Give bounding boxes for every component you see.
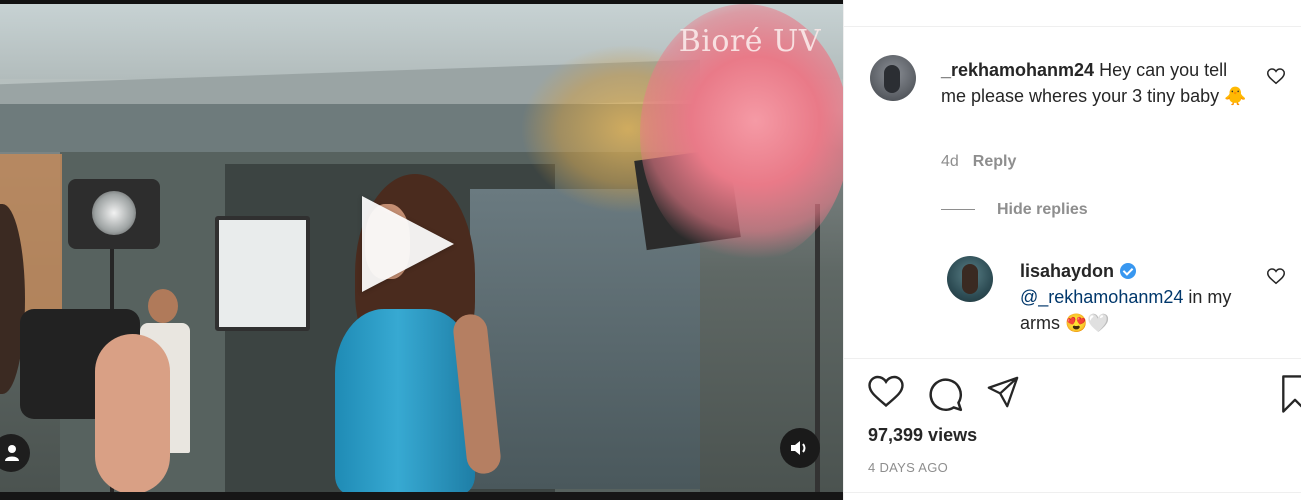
heart-icon[interactable] [1267,68,1285,85]
bookmark-icon[interactable] [1280,375,1301,413]
actions-divider [844,358,1301,359]
hide-replies-button[interactable]: Hide replies [941,201,1088,219]
video-player[interactable]: Bioré UV [0,0,843,500]
verified-badge-icon [1120,263,1137,279]
action-bar [868,375,1301,415]
header-divider [844,26,1301,27]
footer-divider [844,492,1301,493]
mute-button[interactable] [780,428,820,468]
post-date[interactable]: 4 DAYS AGO [868,460,948,475]
like-heart-icon[interactable] [868,375,904,409]
avatar[interactable] [947,256,993,302]
video-bottom-edge [0,492,843,500]
comment-age: 4d [941,153,959,170]
comment-bubble-icon[interactable] [926,375,964,413]
studio-lamp [68,179,160,249]
post-side-panel: _rekhamohanm24 Hey can you tell me pleas… [843,0,1301,500]
hide-replies-label: Hide replies [997,201,1088,218]
user-tag-icon [5,445,19,461]
comment-username[interactable]: _rekhamohanm24 [941,60,1094,80]
share-arrow-icon[interactable] [985,375,1021,409]
reply-username[interactable]: lisahaydon [1020,261,1114,281]
softbox [215,216,310,331]
comment-meta: 4d Reply [941,153,1016,171]
play-icon[interactable] [362,196,454,292]
reply-button[interactable]: Reply [973,153,1017,170]
comment-body: _rekhamohanm24 Hey can you tell me pleas… [941,57,1251,109]
speaker-icon [791,441,806,455]
view-count[interactable]: 97,399 views [868,425,977,446]
replies-dash [941,209,975,211]
brand-watermark: Bioré UV [678,24,821,59]
mention-link[interactable]: @_rekhamohanm24 [1020,287,1183,307]
photographer-hand [95,334,170,492]
avatar[interactable] [870,55,916,101]
reply-body: lisahaydon @_rekhamohanm24 in my arms 😍🤍 [1020,258,1260,336]
heart-icon[interactable] [1267,268,1285,285]
background-person-head [148,289,178,323]
